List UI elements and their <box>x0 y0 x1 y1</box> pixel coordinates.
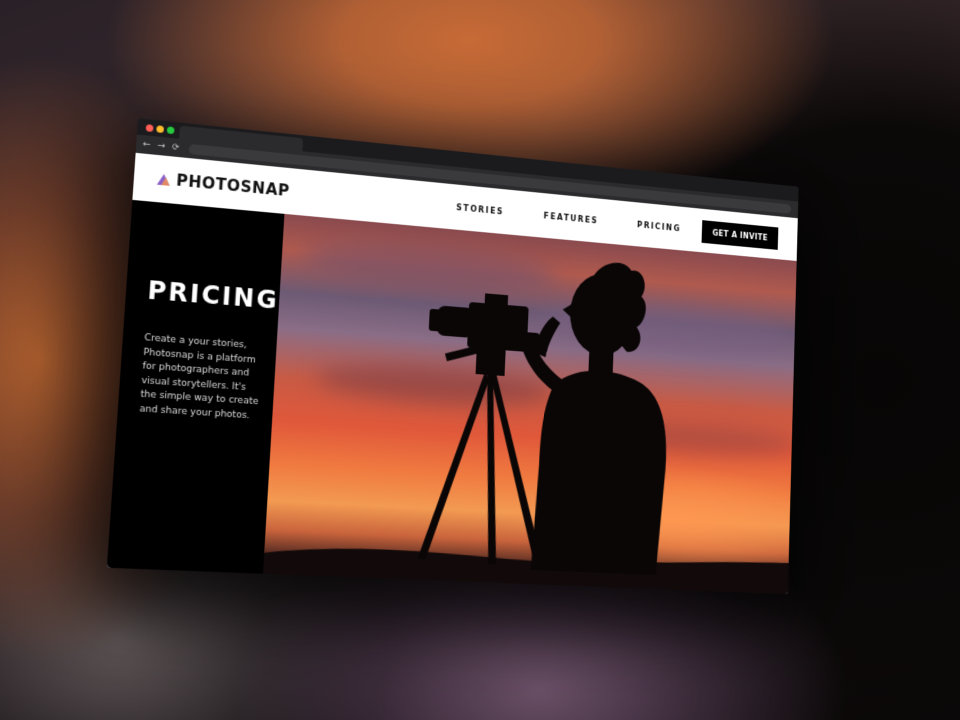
get-invite-button[interactable]: GET A INVITE <box>701 220 779 250</box>
nav-link-pricing[interactable]: PRICING <box>637 220 681 233</box>
reload-icon[interactable]: ⟳ <box>172 140 180 155</box>
logo-text: PHOTOSNAP <box>175 171 291 201</box>
minimize-window-button[interactable] <box>156 125 165 134</box>
close-window-button[interactable] <box>145 124 154 133</box>
hero-description: Create a your stories, Photosnap is a pl… <box>139 332 259 421</box>
photographer-silhouette <box>262 260 789 595</box>
arrow-left-icon[interactable]: ← <box>142 137 151 152</box>
website: PHOTOSNAP STORIES FEATURES PRICING GET A… <box>106 152 798 595</box>
maximize-window-button[interactable] <box>166 126 175 135</box>
browser-window: ← → ⟳ PHOTOSNAP STORIES FEATURES PRICING… <box>106 118 799 595</box>
triangle-logo-icon <box>156 172 171 186</box>
blurred-background: ← → ⟳ PHOTOSNAP STORIES FEATURES PRICING… <box>0 0 960 720</box>
main-nav: STORIES FEATURES PRICING <box>456 203 681 233</box>
hero-image <box>262 213 797 595</box>
hero-section: PRICING Create a your stories, Photosnap… <box>106 199 797 595</box>
arrow-right-icon[interactable]: → <box>157 139 166 154</box>
page-title: PRICING <box>146 275 280 315</box>
nav-link-stories[interactable]: STORIES <box>456 203 504 216</box>
logo[interactable]: PHOTOSNAP <box>156 169 291 201</box>
nav-link-features[interactable]: FEATURES <box>543 212 598 226</box>
hero-text-panel: PRICING Create a your stories, Photosnap… <box>106 199 285 574</box>
